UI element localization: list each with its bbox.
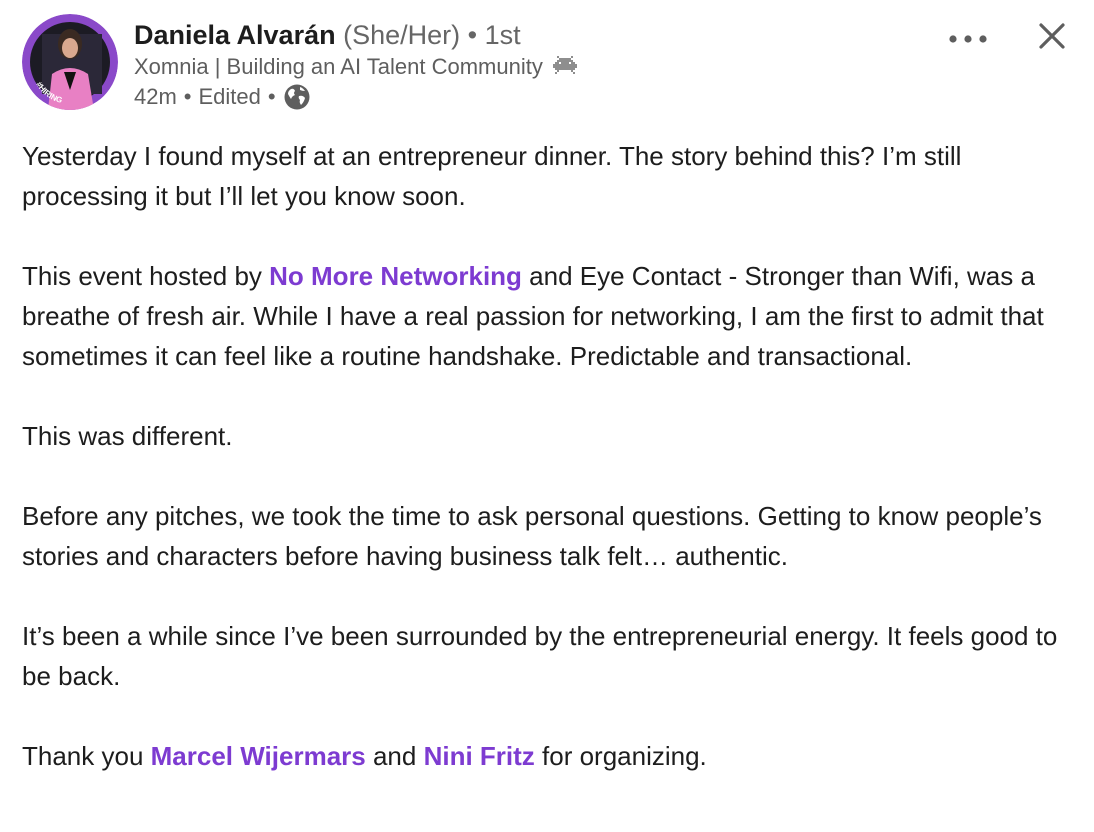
post-text: Thank you xyxy=(22,741,151,771)
author-headline-text: Xomnia | Building an AI Talent Community xyxy=(134,54,543,79)
post-header: #HIRING Daniela Alvarán (She/Her) • 1st … xyxy=(22,14,1070,114)
avatar[interactable]: #HIRING xyxy=(22,14,118,110)
author-headline: Xomnia | Building an AI Talent Community xyxy=(134,52,577,82)
post-text: and xyxy=(365,741,424,771)
mention-link-no-more-networking[interactable]: No More Networking xyxy=(269,261,522,291)
connection-degree: 1st xyxy=(484,20,521,50)
author-pronouns: (She/Her) xyxy=(343,20,461,50)
more-options-button[interactable] xyxy=(946,24,990,54)
globe-icon xyxy=(283,83,311,111)
post-time: 42m xyxy=(134,84,177,109)
post-paragraph: Thank you Marcel Wijermars and Nini Frit… xyxy=(22,736,1072,776)
meta-separator: • xyxy=(267,84,276,109)
close-button[interactable] xyxy=(1034,18,1070,54)
post-paragraph: This event hosted by No More Networking … xyxy=(22,256,1072,376)
author-name-line: Daniela Alvarán (She/Her) • 1st xyxy=(134,18,577,52)
post-text: This event hosted by xyxy=(22,261,270,291)
post-text: Before any pitches, we took the time to … xyxy=(22,501,1042,571)
author-name[interactable]: Daniela Alvarán xyxy=(134,20,336,50)
post-meta: 42m • Edited • xyxy=(134,82,577,112)
post-paragraph: It’s been a while since I’ve been surrou… xyxy=(22,616,1072,696)
author-info: Daniela Alvarán (She/Her) • 1st Xomnia |… xyxy=(134,18,577,112)
alien-monster-icon xyxy=(552,54,577,74)
post-text: This was different. xyxy=(22,421,233,451)
edited-label: Edited xyxy=(198,84,261,109)
mention-link-marcel-wijermars[interactable]: Marcel Wijermars xyxy=(151,741,366,771)
post-paragraph: Yesterday I found myself at an entrepren… xyxy=(22,136,1072,216)
meta-separator: • xyxy=(183,84,192,109)
post-text: Yesterday I found myself at an entrepren… xyxy=(22,141,962,211)
post-body: Yesterday I found myself at an entrepren… xyxy=(22,136,1072,816)
post-paragraph: This was different. xyxy=(22,416,1072,456)
close-icon xyxy=(1039,23,1065,49)
degree-separator: • xyxy=(467,20,478,50)
mention-link-nini-fritz[interactable]: Nini Fritz xyxy=(424,741,535,771)
avatar-image: #HIRING xyxy=(22,14,118,110)
more-horizontal-icon xyxy=(949,35,987,43)
post-text: It’s been a while since I’ve been surrou… xyxy=(22,621,1058,691)
post-paragraph: Before any pitches, we took the time to … xyxy=(22,496,1072,576)
post-text: for organizing. xyxy=(534,741,707,771)
